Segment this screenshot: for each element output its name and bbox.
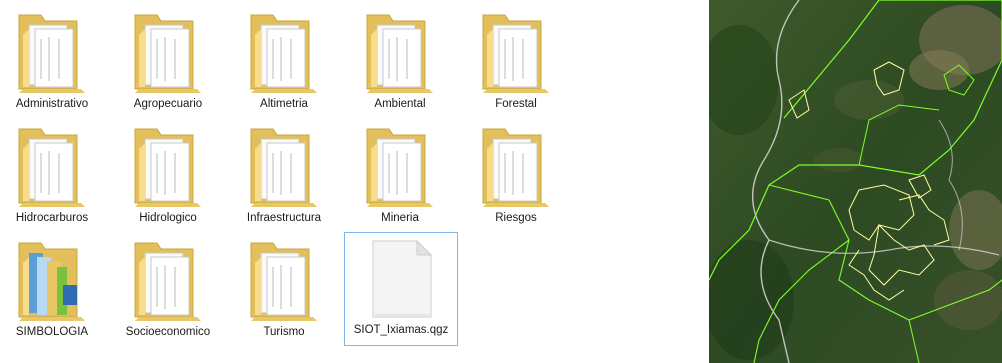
folder-label: Altimetria <box>260 98 308 110</box>
folder-altimetria[interactable]: Altimetria <box>228 6 340 118</box>
folder-label: Riesgos <box>495 212 537 224</box>
folder-ambiental[interactable]: Ambiental <box>344 6 456 118</box>
folder-hidrocarburos[interactable]: Hidrocarburos <box>0 120 108 232</box>
folder-icon <box>134 242 201 321</box>
folder-label: Mineria <box>381 212 419 224</box>
folder-icon <box>18 14 85 93</box>
file-siot-ixiamas[interactable]: SIOT_Ixiamas.qgz <box>344 232 458 346</box>
folder-hidrologico[interactable]: Hidrologico <box>112 120 224 232</box>
file-explorer-view: Administrativo Agropecuario Altimetria A… <box>0 0 600 363</box>
file-label: SIOT_Ixiamas.qgz <box>353 324 449 336</box>
folder-turismo[interactable]: Turismo <box>228 234 340 346</box>
folder-socioeconomico[interactable]: Socioeconomico <box>112 234 224 346</box>
folder-mineria[interactable]: Mineria <box>344 120 456 232</box>
folder-icon <box>482 128 549 207</box>
folder-administrativo[interactable]: Administrativo <box>0 6 108 118</box>
folder-icon <box>366 128 433 207</box>
map-preview <box>709 0 1002 363</box>
folder-icon <box>250 242 317 321</box>
folder-label: SIMBOLOGIA <box>15 326 89 338</box>
folder-riesgos[interactable]: Riesgos <box>460 120 572 232</box>
folder-icon <box>18 128 85 207</box>
file-icon <box>372 239 433 318</box>
satellite-map <box>709 0 1002 363</box>
folder-agropecuario[interactable]: Agropecuario <box>112 6 224 118</box>
folder-label: Infraestructura <box>246 212 322 224</box>
folder-simbologia[interactable]: SIMBOLOGIA <box>0 234 108 346</box>
folder-label: Ambiental <box>374 98 426 110</box>
folder-infraestructura[interactable]: Infraestructura <box>228 120 340 232</box>
folder-icon <box>366 14 433 93</box>
folder-icon <box>250 128 317 207</box>
folder-icon <box>250 14 317 93</box>
folder-colored-icon <box>18 242 85 321</box>
folder-label: Socioeconomico <box>125 326 211 338</box>
folder-forestal[interactable]: Forestal <box>460 6 572 118</box>
folder-label: Hidrologico <box>139 212 197 224</box>
folder-icon <box>482 14 549 93</box>
folder-label: Administrativo <box>15 98 89 110</box>
folder-label: Turismo <box>263 326 305 338</box>
folder-label: Hidrocarburos <box>15 212 89 224</box>
folder-label: Forestal <box>495 98 537 110</box>
folder-label: Agropecuario <box>133 98 203 110</box>
folder-icon <box>134 14 201 93</box>
folder-icon <box>134 128 201 207</box>
